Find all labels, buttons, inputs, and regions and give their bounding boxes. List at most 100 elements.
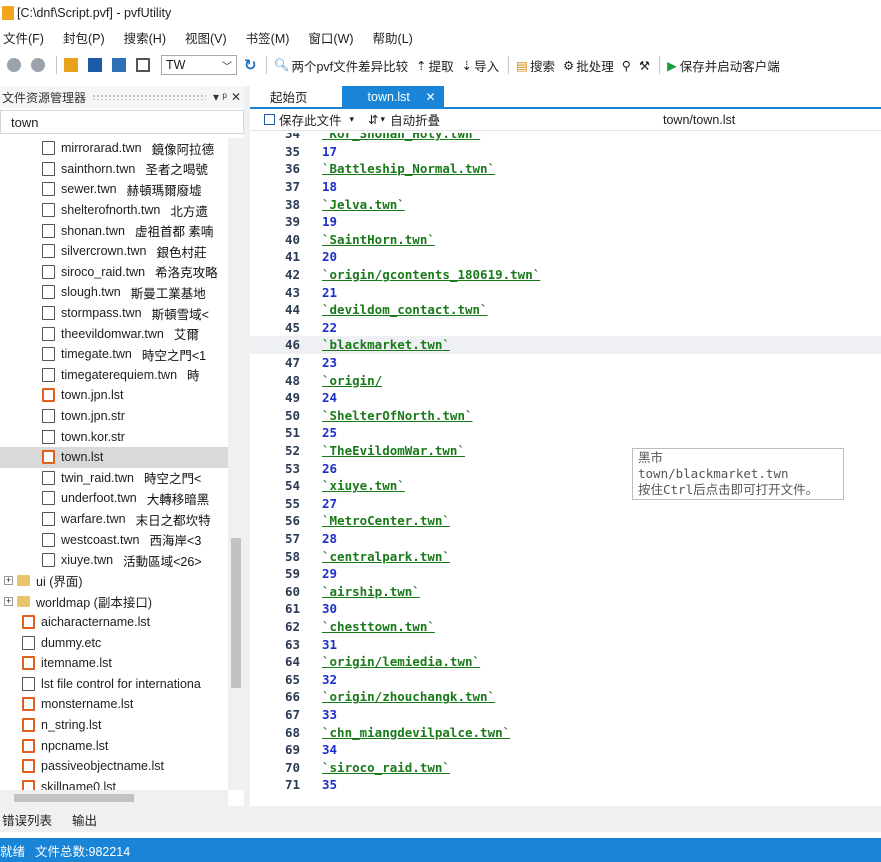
tab-error-list[interactable]: 错误列表	[0, 810, 62, 829]
tree-item[interactable]: stormpass.twn 斯頓雪域<	[0, 303, 228, 324]
tree-item[interactable]: itemname.lst	[0, 653, 228, 674]
tree-item[interactable]: xiuye.twn 活動區域<26>	[0, 550, 228, 571]
menu-file[interactable]: 文件(F)	[0, 28, 53, 47]
tree-item[interactable]: town.kor.str	[0, 426, 228, 447]
code-line[interactable]: 36 `Battleship_Normal.twn`	[250, 160, 881, 178]
file-reference-link[interactable]: `origin/zhouchangk.twn`	[322, 689, 495, 704]
file-reference-link[interactable]: `ShelterOfNorth.twn`	[322, 408, 473, 423]
code-line[interactable]: 67 33	[250, 706, 881, 724]
menu-bookmark[interactable]: 书签(M)	[243, 28, 299, 47]
code-line[interactable]: 56 `MetroCenter.twn`	[250, 512, 881, 530]
code-line[interactable]: 37 18	[250, 178, 881, 196]
tree-item[interactable]: shonan.twn 虚祖首都 素喃	[0, 220, 228, 241]
tools-button[interactable]: ⚒	[636, 54, 653, 76]
menu-help[interactable]: 帮助(L)	[370, 28, 422, 47]
tree-item[interactable]: aicharactername.lst	[0, 612, 228, 633]
tree-item[interactable]: town.lst	[0, 447, 228, 468]
file-reference-link[interactable]: `centralpark.twn`	[322, 549, 450, 564]
tree-item[interactable]: sewer.twn 赫頓瑪爾廢墟	[0, 179, 228, 200]
file-reference-link[interactable]: `TheEvildomWar.twn`	[322, 443, 465, 458]
scrollbar-thumb[interactable]	[231, 538, 241, 688]
file-search-input[interactable]: town	[0, 110, 244, 134]
code-line[interactable]: 45 22	[250, 319, 881, 337]
tab-output[interactable]: 输出	[70, 810, 107, 829]
file-reference-link[interactable]: `MetroCenter.twn`	[322, 513, 450, 528]
file-reference-link[interactable]: `devildom_contact.twn`	[322, 302, 488, 317]
file-reference-link[interactable]: `origin/	[322, 373, 382, 388]
save-file-button[interactable]: 保存此文件 ▾	[264, 110, 354, 129]
tree-item[interactable]: town.jpn.str	[0, 406, 228, 427]
tree-item[interactable]: sainthorn.twn 圣者之喝號	[0, 159, 228, 180]
auto-fold-button[interactable]: ⇵ ▾ 自动折叠	[368, 110, 440, 129]
open-button[interactable]	[61, 54, 83, 76]
tree-item[interactable]: town.jpn.lst	[0, 385, 228, 406]
forward-button[interactable]	[28, 54, 50, 76]
menu-view[interactable]: 视图(V)	[182, 28, 236, 47]
code-line[interactable]: 38 `Jelva.twn`	[250, 195, 881, 213]
file-reference-link[interactable]: `siroco_raid.twn`	[322, 760, 450, 775]
code-line[interactable]: 49 24	[250, 389, 881, 407]
tree-item[interactable]: westcoast.twn 西海岸<3	[0, 529, 228, 550]
code-line[interactable]: 59 29	[250, 565, 881, 583]
tree-item[interactable]: dummy.etc	[0, 632, 228, 653]
tree-item[interactable]: slough.twn 斯曼工業基地	[0, 282, 228, 303]
code-line[interactable]: 40 `SaintHorn.twn`	[250, 231, 881, 249]
file-reference-link[interactable]: `SaintHorn.twn`	[322, 232, 435, 247]
code-line[interactable]: 66 `origin/zhouchangk.twn`	[250, 688, 881, 706]
file-reference-link[interactable]: `Jelva.twn`	[322, 197, 405, 212]
code-line[interactable]: 46 `blackmarket.twn`	[250, 336, 881, 354]
menu-search[interactable]: 搜索(H)	[121, 28, 175, 47]
tree-item[interactable]: timegaterequiem.twn 時	[0, 365, 228, 386]
tree-item[interactable]: + worldmap (副本接口)	[0, 591, 228, 612]
code-line[interactable]: 61 30	[250, 600, 881, 618]
tree-item[interactable]: theevildomwar.twn 艾爾	[0, 323, 228, 344]
tree-item[interactable]: skillname0.lst	[0, 777, 228, 790]
expand-icon[interactable]: +	[4, 596, 13, 606]
tree-item[interactable]: underfoot.twn 大轉移暗黑	[0, 488, 228, 509]
save-button[interactable]	[85, 54, 107, 76]
refresh-button[interactable]: ↻	[241, 54, 260, 76]
save-as-button[interactable]	[109, 54, 131, 76]
tree-item[interactable]: twin_raid.twn 時空之門<	[0, 468, 228, 489]
file-reference-link[interactable]: `Kor_Shonan_Holy.twn`	[322, 133, 480, 141]
code-line[interactable]: 57 28	[250, 530, 881, 548]
compare-button[interactable]: 🔍︎ 两个pvf文件差异比较	[271, 54, 412, 76]
code-line[interactable]: 58 `centralpark.twn`	[250, 547, 881, 565]
tree-item[interactable]: monstername.lst	[0, 694, 228, 715]
tree-item[interactable]: warfare.twn 末日之都坎特	[0, 509, 228, 530]
extract-button[interactable]: ⇡ 提取	[413, 54, 457, 76]
file-reference-link[interactable]: `origin/lemiedia.twn`	[322, 654, 480, 669]
code-line[interactable]: 48 `origin/	[250, 371, 881, 389]
code-line[interactable]: 43 21	[250, 283, 881, 301]
tree-item[interactable]: npcname.lst	[0, 735, 228, 756]
code-line[interactable]: 64 `origin/lemiedia.twn`	[250, 653, 881, 671]
code-line[interactable]: 42 `origin/gcontents_180619.twn`	[250, 266, 881, 284]
code-line[interactable]: 71 35	[250, 776, 881, 794]
batch-button[interactable]: ⚙ 批处理	[560, 54, 617, 76]
code-line[interactable]: 35 17	[250, 143, 881, 161]
tree-item[interactable]: n_string.lst	[0, 715, 228, 736]
code-line[interactable]: 60 `airship.twn`	[250, 583, 881, 601]
file-reference-link[interactable]: `Battleship_Normal.twn`	[322, 161, 495, 176]
code-line[interactable]: 41 20	[250, 248, 881, 266]
tree-item[interactable]: mirrorarad.twn 鏡像阿拉德	[0, 138, 228, 159]
tree-horizontal-scrollbar[interactable]	[0, 790, 228, 806]
tree-item[interactable]: lst file control for internationa	[0, 674, 228, 695]
code-line[interactable]: 34 `Kor_Shonan_Holy.twn`	[250, 133, 881, 143]
menu-window[interactable]: 窗口(W)	[305, 28, 362, 47]
save-launch-button[interactable]: ▶ 保存并启动客户端	[664, 54, 783, 76]
close-icon[interactable]: ✕	[425, 90, 435, 104]
filter-button[interactable]: ⚲	[619, 54, 634, 76]
expand-icon[interactable]: +	[4, 576, 13, 586]
menu-package[interactable]: 封包(P)	[60, 28, 114, 47]
file-reference-link[interactable]: `chn_miangdevilpalce.twn`	[322, 725, 510, 740]
file-reference-link[interactable]: `airship.twn`	[322, 584, 420, 599]
code-line[interactable]: 50 `ShelterOfNorth.twn`	[250, 407, 881, 425]
tree-vertical-scrollbar[interactable]	[228, 138, 244, 790]
code-line[interactable]: 39 19	[250, 213, 881, 231]
tree-item[interactable]: + ui (界面)	[0, 571, 228, 592]
region-combo[interactable]: TW ﹀	[161, 55, 237, 75]
code-line[interactable]: 65 32	[250, 671, 881, 689]
tab-start-page[interactable]: 起始页	[250, 86, 328, 107]
back-button[interactable]	[4, 54, 26, 76]
